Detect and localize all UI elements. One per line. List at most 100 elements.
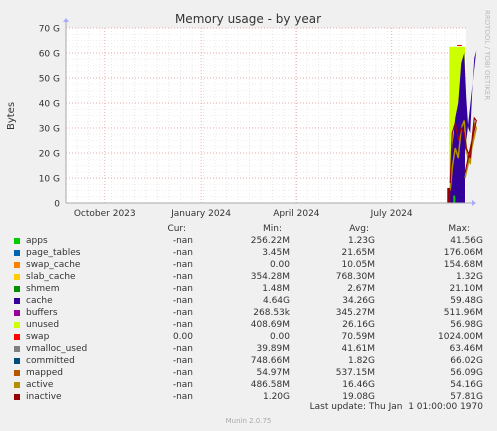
legend-avg: 1.82G [347,356,375,366]
legend-swatch [14,346,20,352]
legend-swatch [14,322,20,328]
legend-swatch [14,298,20,304]
legend-name: swap_cache [26,260,81,270]
legend-max: 54.16G [450,380,483,390]
legend-max: 56.09G [450,368,483,378]
legend-avg: 41.61M [341,344,375,354]
legend-cur: 0.00 [172,332,193,342]
legend-min: 354.28M [250,272,290,282]
legend: Cur: Min: Avg: Max: apps -nan 256.22M 1.23G… [0,0,497,431]
legend-min: 486.58M [250,380,290,390]
legend-cur: -nan [172,320,193,330]
legend-row-buffers: buffers -nan 268.53k 345.27M 511.96M [0,307,497,319]
legend-avg: 21.65M [341,248,375,258]
legend-min: 0.00 [269,260,290,270]
legend-row-unused: unused -nan 408.69M 26.16G 56.98G [0,319,497,331]
legend-max: 41.56G [450,236,483,246]
legend-cur: -nan [172,368,193,378]
legend-max: 1024.00M [438,332,483,342]
legend-max: 511.96M [443,308,483,318]
legend-min: 1.48M [262,284,290,294]
legend-name: unused [26,320,60,330]
legend-name: apps [26,236,48,246]
legend-row-swap-cache: swap_cache -nan 0.00 10.05M 154.68M [0,259,497,271]
legend-min: 256.22M [250,236,290,246]
legend-row-committed: committed -nan 748.66M 1.82G 66.02G [0,355,497,367]
legend-cur: -nan [172,392,193,402]
legend-min: 54.97M [256,368,290,378]
legend-name: active [26,380,54,390]
legend-max: 63.46M [449,344,483,354]
legend-cur: -nan [172,356,193,366]
legend-min: 1.20G [262,392,290,402]
legend-cur: -nan [172,308,193,318]
legend-max: 66.02G [450,356,483,366]
legend-cur: -nan [172,272,193,282]
legend-min: 748.66M [250,356,290,366]
legend-swatch [14,238,20,244]
legend-min: 4.64G [262,296,290,306]
legend-avg: 537.15M [335,368,375,378]
legend-row-page-tables: page_tables -nan 3.45M 21.65M 176.06M [0,247,497,259]
legend-avg: 2.67M [347,284,375,294]
legend-name: cache [26,296,53,306]
legend-name: mapped [26,368,63,378]
legend-swatch [14,250,20,256]
legend-avg: 1.23G [347,236,375,246]
legend-row-cache: cache -nan 4.64G 34.26G 59.48G [0,295,497,307]
legend-avg: 345.27M [335,308,375,318]
legend-min: 39.89M [256,344,290,354]
legend-name: slab_cache [26,272,76,282]
legend-cur: -nan [172,236,193,246]
legend-swatch [14,394,20,400]
legend-cur: -nan [172,344,193,354]
legend-row-active: active -nan 486.58M 16.46G 54.16G [0,379,497,391]
legend-cur: -nan [172,380,193,390]
legend-cur: -nan [172,260,193,270]
legend-max: 1.32G [455,272,483,282]
legend-swatch [14,262,20,268]
legend-min: 408.69M [250,320,290,330]
legend-row-slab-cache: slab_cache -nan 354.28M 768.30M 1.32G [0,271,497,283]
legend-swatch [14,274,20,280]
legend-row-apps: apps -nan 256.22M 1.23G 41.56G [0,235,497,247]
legend-swatch [14,382,20,388]
legend-avg: 10.05M [341,260,375,270]
legend-name: shmem [26,284,60,294]
col-header-cur: Cur: [167,224,186,234]
legend-name: vmalloc_used [26,344,88,354]
legend-row-mapped: mapped -nan 54.97M 537.15M 56.09G [0,367,497,379]
legend-cur: -nan [172,284,193,294]
last-update: Last update: Thu Jan 1 01:00:00 1970 [309,402,483,412]
legend-cur: -nan [172,296,193,306]
legend-swatch [14,358,20,364]
legend-cur: -nan [172,248,193,258]
munin-version: Munin 2.0.75 [225,417,272,425]
col-header-max: Max: [448,224,470,234]
col-header-avg: Avg: [349,224,369,234]
legend-min: 3.45M [262,248,290,258]
legend-avg: 768.30M [335,272,375,282]
legend-avg: 26.16G [342,320,375,330]
legend-row-swap: swap 0.00 0.00 70.59M 1024.00M [0,331,497,343]
legend-name: buffers [26,308,58,318]
legend-min: 0.00 [269,332,290,342]
legend-row-shmem: shmem -nan 1.48M 2.67M 21.10M [0,283,497,295]
legend-name: inactive [26,392,62,402]
legend-name: swap [26,332,50,342]
legend-avg: 70.59M [341,332,375,342]
legend-max: 21.10M [449,284,483,294]
legend-swatch [14,310,20,316]
col-header-min: Min: [262,224,282,234]
legend-row-vmalloc-used: vmalloc_used -nan 39.89M 41.61M 63.46M [0,343,497,355]
legend-max: 56.98G [450,320,483,330]
legend-max: 59.48G [450,296,483,306]
legend-swatch [14,286,20,292]
legend-max: 154.68M [443,260,483,270]
legend-name: page_tables [26,248,81,258]
legend-min: 268.53k [253,308,290,318]
legend-swatch [14,334,20,340]
legend-max: 176.06M [443,248,483,258]
legend-swatch [14,370,20,376]
legend-avg: 34.26G [342,296,375,306]
